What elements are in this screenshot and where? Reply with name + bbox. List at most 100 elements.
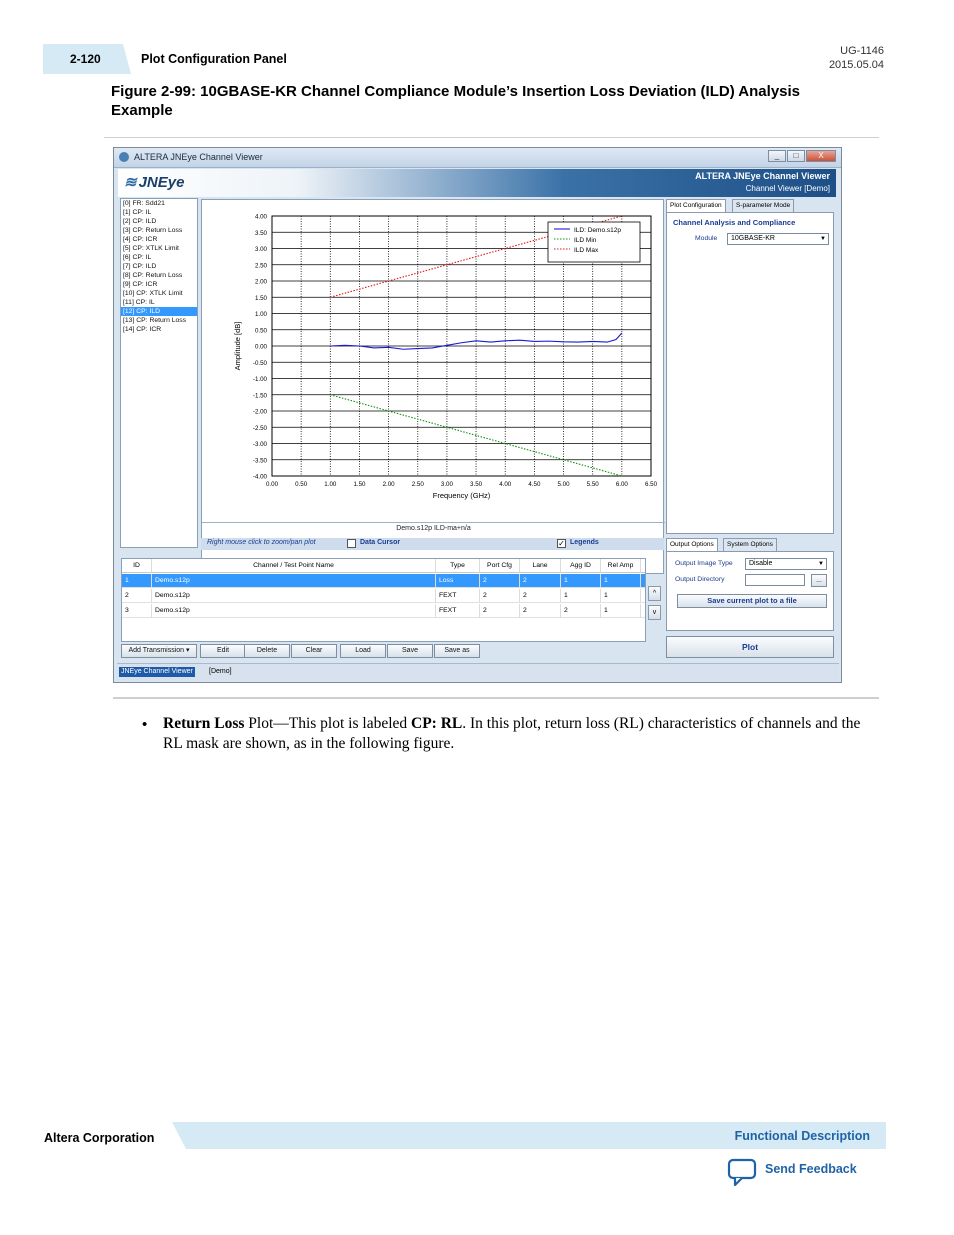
column-header[interactable]: Channel / Test Point Name bbox=[152, 559, 436, 573]
plot-list[interactable]: [0] FR: Sdd21 [1] CP: IL [2] CP: ILD [3] CP… bbox=[120, 198, 198, 548]
x-tick-label: 6.50 bbox=[645, 481, 658, 488]
minimize-button[interactable]: _ bbox=[768, 150, 786, 162]
table-cell: Demo.s12p bbox=[152, 604, 436, 618]
y-tick-label: -0.50 bbox=[253, 360, 268, 367]
x-tick-label: 2.00 bbox=[383, 481, 396, 488]
config-tabs: Plot Configuration S-parameter Mode bbox=[666, 199, 834, 213]
data-cursor-checkbox[interactable] bbox=[347, 539, 356, 548]
tab-output-options[interactable]: Output Options bbox=[666, 538, 718, 552]
plot-list-item[interactable]: [0] FR: Sdd21 bbox=[121, 199, 197, 208]
plot-configuration-panel: Channel Analysis and Compliance Module 1… bbox=[666, 212, 834, 534]
label-cp-rl: CP: RL bbox=[411, 715, 463, 732]
save-button[interactable]: Save bbox=[387, 644, 433, 658]
x-tick-label: 5.50 bbox=[587, 481, 600, 488]
tab-system-options[interactable]: System Options bbox=[723, 538, 777, 551]
figure-title: Figure 2-99: 10GBASE-KR Channel Complian… bbox=[111, 83, 801, 119]
window-title: ALTERA JNEye Channel Viewer bbox=[134, 152, 263, 162]
y-tick-label: -4.00 bbox=[253, 474, 268, 481]
output-tabs: Output Options System Options bbox=[666, 538, 834, 552]
figure-top-rule bbox=[104, 137, 879, 138]
plot-list-item[interactable]: [6] CP: IL bbox=[121, 253, 197, 262]
plot-list-item[interactable]: [14] CP: ICR bbox=[121, 325, 197, 334]
plot-list-item[interactable]: [10] CP: XTLK Limit bbox=[121, 289, 197, 298]
maximize-button[interactable]: □ bbox=[787, 150, 805, 162]
channel-table[interactable]: ID Channel / Test Point Name Type Port Cfg L… bbox=[121, 558, 646, 642]
output-options-panel: Output Image Type Disable ▼ Output Direct… bbox=[666, 551, 834, 631]
clear-button[interactable]: Clear bbox=[291, 644, 337, 658]
functional-description-link[interactable]: Functional Description bbox=[735, 1129, 870, 1143]
doc-info: UG-1146 2015.05.04 bbox=[829, 44, 884, 72]
column-header[interactable]: Agg ID bbox=[561, 559, 601, 573]
module-select[interactable]: 10GBASE-KR ▼ bbox=[727, 233, 829, 245]
column-header[interactable]: Lane bbox=[520, 559, 561, 573]
image-type-label: Output Image Type bbox=[675, 560, 733, 567]
browse-directory-button[interactable]: ... bbox=[811, 574, 827, 587]
delete-button[interactable]: Delete bbox=[244, 644, 290, 658]
column-header[interactable]: Type bbox=[436, 559, 480, 573]
plot-list-item[interactable]: [13] CP: Return Loss bbox=[121, 316, 197, 325]
close-button[interactable]: X bbox=[806, 150, 836, 162]
plot-list-item[interactable]: [12] CP: ILD bbox=[121, 307, 197, 316]
plot-area[interactable]: 4.00 3.50 3.00 2.50 2.00 1.50 1.00 0.50 0.00 -0.5… bbox=[201, 199, 665, 574]
chevron-down-icon: ▾ bbox=[186, 647, 190, 654]
column-header[interactable]: ID bbox=[122, 559, 152, 573]
legend-entry: ILD Min bbox=[574, 237, 597, 244]
save-as-button[interactable]: Save as bbox=[434, 644, 480, 658]
figure-bottom-rule bbox=[113, 697, 879, 699]
table-cell: 1 bbox=[561, 589, 601, 603]
tab-s-parameter-mode[interactable]: S-parameter Mode bbox=[732, 199, 795, 212]
add-transmission-dropdown[interactable]: Add Transmission ▾ bbox=[121, 644, 197, 658]
bullet-icon: • bbox=[142, 716, 148, 733]
x-tick-label: 0.00 bbox=[266, 481, 279, 488]
table-cell: 1 bbox=[122, 574, 152, 588]
status-app-label[interactable]: JNEye Channel Viewer bbox=[119, 667, 195, 677]
table-button-row: Add Transmission ▾ Edit Delete Clear Loa… bbox=[121, 644, 481, 658]
y-tick-label: 1.50 bbox=[255, 295, 268, 302]
table-row[interactable]: 2 Demo.s12p FEXT 2 2 1 1 bbox=[122, 589, 645, 603]
jneye-logo: ≋ JNEye bbox=[124, 174, 185, 191]
plot-list-item[interactable]: [11] CP: IL bbox=[121, 298, 197, 307]
tab-plot-configuration[interactable]: Plot Configuration bbox=[666, 199, 726, 213]
output-directory-input[interactable] bbox=[745, 574, 805, 586]
table-cell: 2 bbox=[480, 574, 520, 588]
app-window: ALTERA JNEye Channel Viewer _ □ X ≋ JNEye… bbox=[113, 147, 842, 683]
table-cell: Demo.s12p bbox=[152, 589, 436, 603]
table-cell: 2 bbox=[561, 604, 601, 618]
column-header[interactable]: Port Cfg bbox=[480, 559, 520, 573]
legend-entry: ILD Max bbox=[574, 247, 599, 254]
send-feedback-link[interactable]: Send Feedback bbox=[765, 1162, 857, 1176]
plot-list-item[interactable]: [5] CP: XTLK Limit bbox=[121, 244, 197, 253]
x-tick-label: 6.00 bbox=[616, 481, 629, 488]
chevron-down-icon: ▼ bbox=[818, 561, 824, 567]
plot-button[interactable]: Plot bbox=[666, 636, 834, 658]
chevron-down-icon: ▼ bbox=[820, 236, 826, 242]
table-cell: 1 bbox=[601, 604, 641, 618]
plot-list-item[interactable]: [8] CP: Return Loss bbox=[121, 271, 197, 280]
x-tick-label: 3.50 bbox=[470, 481, 483, 488]
plot-list-item[interactable]: [3] CP: Return Loss bbox=[121, 226, 197, 235]
x-tick-label: 2.50 bbox=[412, 481, 425, 488]
legends-label: Legends bbox=[570, 539, 599, 546]
save-plot-button[interactable]: Save current plot to a file bbox=[677, 594, 827, 608]
plot-list-item[interactable]: [1] CP: IL bbox=[121, 208, 197, 217]
plot-list-item[interactable]: [2] CP: ILD bbox=[121, 217, 197, 226]
plot-list-item[interactable]: [4] CP: ICR bbox=[121, 235, 197, 244]
table-row[interactable]: 3 Demo.s12p FEXT 2 2 2 1 bbox=[122, 604, 645, 618]
move-up-button[interactable]: ^ bbox=[648, 586, 661, 601]
y-axis-label: Amplitude [dB] bbox=[233, 322, 242, 371]
column-header[interactable]: Rel Amp bbox=[601, 559, 641, 573]
feedback-icon[interactable] bbox=[727, 1158, 757, 1186]
edit-button[interactable]: Edit bbox=[200, 644, 246, 658]
move-down-button[interactable]: v bbox=[648, 605, 661, 620]
table-cell: 2 bbox=[480, 604, 520, 618]
plot-list-item[interactable]: [9] CP: ICR bbox=[121, 280, 197, 289]
module-label: Module bbox=[695, 235, 718, 242]
legends-checkbox[interactable]: ✓ bbox=[557, 539, 566, 548]
table-cell: FEXT bbox=[436, 589, 480, 603]
load-button[interactable]: Load bbox=[340, 644, 386, 658]
image-type-select[interactable]: Disable ▼ bbox=[745, 558, 827, 570]
table-row[interactable]: 1 Demo.s12p Loss 2 2 1 1 bbox=[122, 574, 645, 588]
plot-list-item[interactable]: [7] CP: ILD bbox=[121, 262, 197, 271]
status-mode: [Demo] bbox=[209, 668, 232, 675]
body-text-1: Plot—This plot is labeled bbox=[244, 715, 412, 732]
